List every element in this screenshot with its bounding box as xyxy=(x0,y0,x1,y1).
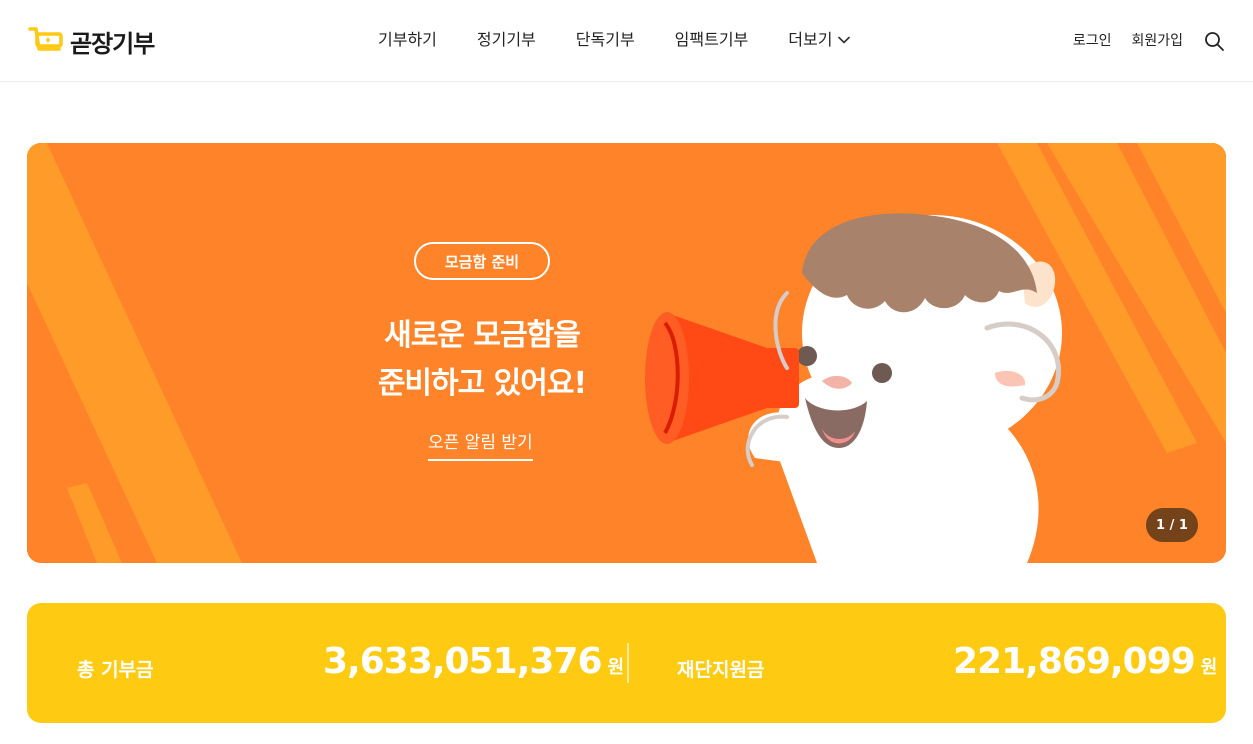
chevron-down-icon xyxy=(838,36,851,44)
slide-pager: 1 / 1 xyxy=(1146,508,1198,542)
logo[interactable]: 곧장기부 xyxy=(28,24,155,58)
mascot-megaphone-illustration xyxy=(645,213,1062,563)
nav-item-donate[interactable]: 기부하기 xyxy=(378,28,437,52)
cart-logo-icon xyxy=(28,27,63,51)
total-donation-unit: 원 xyxy=(607,657,625,678)
foundation-support-label: 재단지원금 xyxy=(677,659,765,681)
header-utilities: 로그인 회원가입 xyxy=(1073,30,1225,52)
search-icon[interactable] xyxy=(1203,30,1225,52)
total-donation-value: 3,633,051,376 원 xyxy=(323,641,624,682)
site-header: 곧장기부 기부하기 정기기부 단독기부 임팩트기부 더보기 로그인 회원가입 xyxy=(0,0,1253,82)
banner-headline-line2: 준비하고 있어요! xyxy=(377,366,587,401)
foundation-support-value: 221,869,099 원 xyxy=(953,641,1217,682)
stats-divider xyxy=(627,643,629,683)
banner-headline: 새로운 모금함을 준비하고 있어요! xyxy=(348,312,616,408)
brand-name: 곧장기부 xyxy=(70,29,155,58)
open-alert-link[interactable]: 오픈 알림 받기 xyxy=(428,428,533,461)
banner-chip: 모금함 준비 xyxy=(414,242,550,280)
total-donation-amount: 3,633,051,376 xyxy=(323,641,603,682)
hero-banner[interactable]: 모금함 준비 새로운 모금함을 준비하고 있어요! 오픈 알림 받기 1 / 1 xyxy=(27,143,1226,563)
login-link[interactable]: 로그인 xyxy=(1073,30,1112,52)
foundation-support-unit: 원 xyxy=(1200,657,1218,678)
signup-link[interactable]: 회원가입 xyxy=(1131,30,1183,52)
nav-item-single[interactable]: 단독기부 xyxy=(576,28,635,52)
nav-item-regular[interactable]: 정기기부 xyxy=(477,28,536,52)
banner-headline-line1: 새로운 모금함을 xyxy=(384,318,581,353)
donation-stats-bar: 총 기부금 3,633,051,376 원 재단지원금 221,869,099 … xyxy=(27,603,1226,723)
foundation-support-amount: 221,869,099 xyxy=(953,641,1196,682)
main-nav: 기부하기 정기기부 단독기부 임팩트기부 더보기 xyxy=(378,28,851,52)
nav-more-label: 더보기 xyxy=(788,30,833,49)
nav-item-impact[interactable]: 임팩트기부 xyxy=(675,28,749,52)
nav-item-more[interactable]: 더보기 xyxy=(788,28,851,52)
total-donation-label: 총 기부금 xyxy=(77,659,154,681)
